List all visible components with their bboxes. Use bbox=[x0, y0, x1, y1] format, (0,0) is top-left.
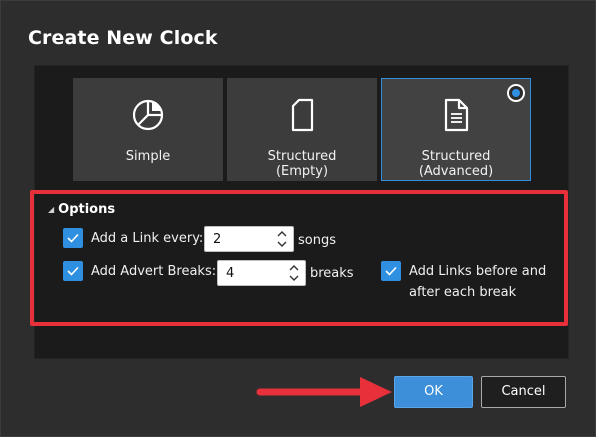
template-label-structured-advanced: Structured (Advanced) bbox=[418, 149, 494, 179]
checkmark-icon bbox=[67, 233, 79, 243]
links-around-break-label-line2: after each break bbox=[409, 285, 517, 300]
pie-chart-icon bbox=[132, 99, 164, 131]
link-interval-value: 2 bbox=[213, 232, 222, 247]
options-header-label: Options bbox=[58, 202, 116, 217]
cancel-button[interactable]: Cancel bbox=[481, 376, 566, 408]
template-card-structured-empty[interactable]: Structured (Empty) bbox=[227, 78, 377, 181]
link-interval-suffix: songs bbox=[298, 233, 336, 248]
chevron-down-icon[interactable] bbox=[289, 273, 299, 283]
blank-page-icon bbox=[291, 98, 314, 132]
checkmark-icon bbox=[385, 266, 397, 276]
dialog-title: Create New Clock bbox=[28, 27, 218, 49]
links-around-break-checkbox[interactable] bbox=[381, 261, 401, 281]
options-header[interactable]: ◢ Options bbox=[48, 202, 115, 217]
collapse-triangle-icon: ◢ bbox=[48, 205, 55, 214]
advert-breaks-value: 4 bbox=[226, 266, 235, 281]
chevron-up-icon[interactable] bbox=[289, 263, 299, 273]
advert-breaks-suffix: breaks bbox=[310, 266, 354, 281]
template-label-simple: Simple bbox=[125, 149, 171, 164]
add-advert-breaks-label: Add Advert Breaks: bbox=[91, 264, 217, 279]
pointer-arrow-icon bbox=[256, 377, 392, 407]
advert-breaks-stepper[interactable]: 4 bbox=[217, 260, 306, 286]
document-icon bbox=[444, 98, 469, 132]
links-around-break-label-line1: Add Links before and bbox=[409, 264, 547, 279]
create-clock-dialog: Create New Clock Simple Structured (Empt… bbox=[0, 0, 596, 437]
template-label-structured-empty: Structured (Empty) bbox=[267, 149, 337, 179]
chevron-up-icon[interactable] bbox=[277, 229, 287, 239]
template-card-simple[interactable]: Simple bbox=[73, 78, 223, 181]
link-interval-stepper[interactable]: 2 bbox=[204, 226, 294, 252]
checkmark-icon bbox=[67, 266, 79, 276]
chevron-down-icon[interactable] bbox=[277, 239, 287, 249]
add-link-checkbox[interactable] bbox=[63, 228, 83, 248]
template-card-structured-advanced[interactable]: Structured (Advanced) bbox=[381, 78, 531, 181]
selected-radio-icon bbox=[507, 84, 525, 102]
ok-button[interactable]: OK bbox=[394, 376, 473, 408]
add-advert-breaks-checkbox[interactable] bbox=[63, 261, 83, 281]
add-link-label: Add a Link every: bbox=[91, 231, 204, 246]
